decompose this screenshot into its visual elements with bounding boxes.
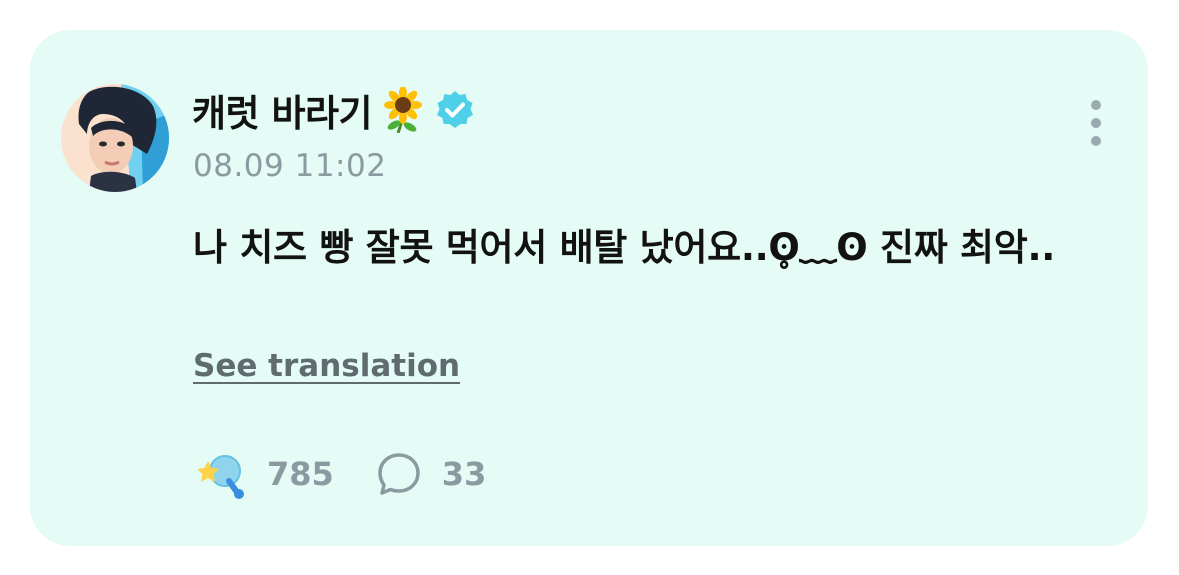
comment-icon[interactable] xyxy=(376,451,422,497)
avatar[interactable] xyxy=(61,84,169,192)
post-stats: 785 33 xyxy=(193,446,522,502)
author-header[interactable]: 캐럿 바라기 xyxy=(192,84,476,136)
see-translation-link[interactable]: See translation xyxy=(193,348,460,384)
sunflower-icon xyxy=(384,87,423,133)
post-timestamp: 08.09 11:02 xyxy=(193,148,387,184)
author-name[interactable]: 캐럿 바라기 xyxy=(192,83,373,137)
more-options-icon[interactable] xyxy=(1084,96,1108,150)
post-body-text: 나 치즈 빵 잘못 먹어서 배탈 났어요..ʘ̥﹏ʘ 진짜 최악.. xyxy=(193,226,1056,269)
comment-count: 33 xyxy=(441,455,487,493)
like-count: 785 xyxy=(267,455,334,493)
like-icon[interactable] xyxy=(193,447,247,501)
verified-badge-icon xyxy=(437,91,474,128)
